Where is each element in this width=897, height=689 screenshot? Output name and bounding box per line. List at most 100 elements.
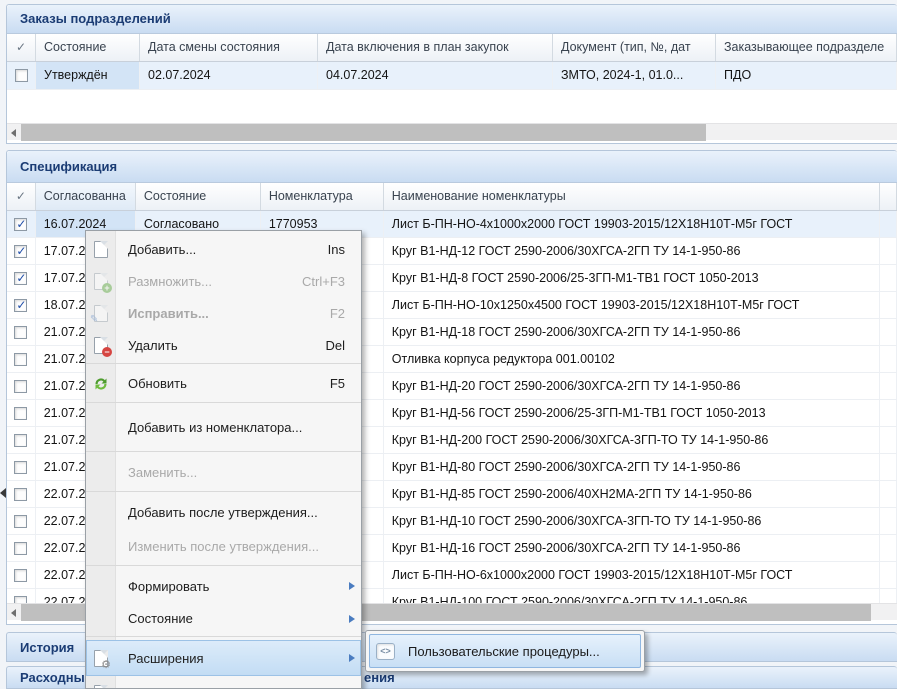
orders-column-state[interactable]: Состояние <box>36 34 140 61</box>
orders-select-all-header[interactable]: ✓ <box>7 34 36 61</box>
spec-row-checkbox[interactable] <box>14 326 27 339</box>
page-gear-icon: ⚙ <box>94 650 108 667</box>
menu-item-label: Добавить после утверждения... <box>128 505 361 520</box>
page-new-icon <box>94 241 108 258</box>
spec-row-checkbox[interactable] <box>14 542 27 555</box>
spec-panel-title: Спецификация <box>20 159 117 174</box>
orders-cell-state-date[interactable]: 02.07.2024 <box>140 62 318 89</box>
menu-item-refresh[interactable]: ОбновитьF5 <box>86 367 361 400</box>
spec-row-checkbox[interactable] <box>14 461 27 474</box>
menu-item-user-procedures[interactable]: <> Пользовательские процедуры... <box>369 634 641 668</box>
orders-grid-header: ✓ Состояние Дата смены состояния Дата вк… <box>7 34 897 62</box>
spec-cell-filler <box>880 535 897 561</box>
app-window: Заказы подразделений ✓ Состояние Дата см… <box>0 0 897 689</box>
context-menu-items: Добавить...Ins+Размножить...Ctrl+F3✎Испр… <box>86 233 361 689</box>
orders-table-row[interactable]: Утверждён 02.07.2024 04.07.2024 ЗМТО, 20… <box>7 62 897 90</box>
menu-item-change-after-approval[interactable]: Изменить после утверждения... <box>86 529 361 563</box>
spec-column-name[interactable]: Наименование номенклатуры <box>384 183 880 210</box>
spec-row-checkbox-cell <box>7 292 36 318</box>
spec-cell-name[interactable]: Лист Б-ПН-НО-10х1250х4500 ГОСТ 19903-201… <box>384 292 880 318</box>
spec-cell-name[interactable]: Круг В1-НД-85 ГОСТ 2590-2006/40ХН2МА-2ГП… <box>384 481 880 507</box>
spec-cell-name[interactable]: Отливка корпуса редуктора 001.00102 <box>384 346 880 372</box>
spec-row-checkbox[interactable] <box>14 245 27 258</box>
spec-row-checkbox[interactable] <box>14 515 27 528</box>
orders-cell-department[interactable]: ПДО <box>716 62 897 89</box>
spec-row-checkbox[interactable] <box>14 569 27 582</box>
spec-select-all-header[interactable]: ✓ <box>7 183 36 210</box>
expense-panel-title-left: Расходны <box>20 670 85 685</box>
spec-hscroll-left-arrow[interactable] <box>7 604 22 621</box>
menu-item-add-after-approval[interactable]: Добавить после утверждения... <box>86 495 361 529</box>
menu-item-state[interactable]: Состояние <box>86 603 361 634</box>
menu-item-delete[interactable]: −УдалитьDel <box>86 329 361 361</box>
spec-cell-filler <box>880 211 897 237</box>
orders-panel-header[interactable]: Заказы подразделений <box>7 5 897 34</box>
spec-column-state[interactable]: Состояние <box>136 183 261 210</box>
spec-cell-name[interactable]: Круг В1-НД-8 ГОСТ 2590-2006/25-3ГП-М1-ТВ… <box>384 265 880 291</box>
orders-cell-state[interactable]: Утверждён <box>36 62 140 89</box>
spec-column-agreed-date[interactable]: Согласованна <box>36 183 136 210</box>
spec-cell-name[interactable]: Круг В1-НД-18 ГОСТ 2590-2006/30ХГСА-2ГП … <box>384 319 880 345</box>
spec-cell-filler <box>880 454 897 480</box>
menu-item-label: Состояние <box>128 611 361 626</box>
menu-item-add-from-nomenclator[interactable]: Добавить из номенклатора... <box>86 406 361 449</box>
spec-cell-name[interactable]: Круг В1-НД-10 ГОСТ 2590-2006/30ХГСА-3ГП-… <box>384 508 880 534</box>
spec-row-checkbox[interactable] <box>14 218 27 231</box>
orders-column-state-date[interactable]: Дата смены состояния <box>140 34 318 61</box>
spec-row-checkbox[interactable] <box>14 380 27 393</box>
orders-hscroll-thumb[interactable] <box>21 124 706 141</box>
menu-item-shortcut: F5 <box>330 376 345 391</box>
submenu-arrow-icon <box>349 615 355 623</box>
orders-row-checkbox-cell <box>7 62 36 89</box>
spec-cell-filler <box>880 319 897 345</box>
spec-cell-name[interactable]: Круг В1-НД-12 ГОСТ 2590-2006/30ХГСА-2ГП … <box>384 238 880 264</box>
menu-item-shortcut: Del <box>325 338 345 353</box>
menu-item-extensions[interactable]: ⚙Расширения <box>86 640 361 676</box>
spec-cell-filler <box>880 508 897 534</box>
orders-column-department[interactable]: Заказывающее подразделе <box>716 34 897 61</box>
orders-cell-plan-date[interactable]: 04.07.2024 <box>318 62 553 89</box>
orders-row-checkbox[interactable] <box>15 69 28 82</box>
spec-cell-name[interactable]: Круг В1-НД-200 ГОСТ 2590-2006/30ХГСА-3ГП… <box>384 427 880 453</box>
spec-row-checkbox[interactable] <box>14 353 27 366</box>
menu-item-duplicate[interactable]: +Размножить...Ctrl+F3 <box>86 265 361 297</box>
orders-hscroll-left-arrow[interactable] <box>7 124 22 141</box>
spec-cell-filler <box>880 346 897 372</box>
menu-item-label: Добавить... <box>128 242 328 257</box>
spec-cell-name[interactable]: Круг В1-НД-20 ГОСТ 2590-2006/30ХГСА-2ГП … <box>384 373 880 399</box>
spec-panel-header[interactable]: Спецификация <box>7 151 897 183</box>
menu-item-icon-slot: ✎ <box>86 305 116 322</box>
menu-item-add[interactable]: Добавить...Ins <box>86 233 361 265</box>
orders-hscrollbar[interactable] <box>7 123 897 140</box>
spec-cell-name[interactable]: Круг В1-НД-56 ГОСТ 2590-2006/25-3ГП-М1-Т… <box>384 400 880 426</box>
orders-column-plan-date[interactable]: Дата включения в план закупок <box>318 34 553 61</box>
spec-column-nomenclature[interactable]: Номенклатура <box>261 183 384 210</box>
menu-item-exchange[interactable]: ⇅Обмен <box>86 676 361 689</box>
submenu-arrow-icon <box>349 582 355 590</box>
spec-grid-header: ✓ Согласованна Состояние Номенклатура На… <box>7 183 897 211</box>
spec-row-checkbox[interactable] <box>14 299 27 312</box>
pencil-badge: ✎ <box>90 315 98 325</box>
splitter-collapse-arrow-icon[interactable] <box>0 487 7 499</box>
spec-row-checkbox[interactable] <box>14 434 27 447</box>
spec-row-checkbox[interactable] <box>14 272 27 285</box>
spec-row-checkbox[interactable] <box>14 407 27 420</box>
spec-cell-name[interactable]: Круг В1-НД-16 ГОСТ 2590-2006/30ХГСА-2ГП … <box>384 535 880 561</box>
spec-cell-name[interactable]: Лист Б-ПН-НО-4х1000х2000 ГОСТ 19903-2015… <box>384 211 880 237</box>
spec-row-checkbox-cell <box>7 562 36 588</box>
spec-row-checkbox[interactable] <box>14 596 27 604</box>
menu-item-shortcut: Ctrl+F3 <box>302 274 345 289</box>
spec-cell-name[interactable]: Круг В1-НД-80 ГОСТ 2590-2006/30ХГСА-2ГП … <box>384 454 880 480</box>
menu-item-form[interactable]: Формировать <box>86 569 361 603</box>
spec-row-checkbox-cell <box>7 508 36 534</box>
orders-column-document[interactable]: Документ (тип, №, дат <box>553 34 716 61</box>
orders-cell-document[interactable]: ЗМТО, 2024-1, 01.0... <box>553 62 716 89</box>
spec-cell-name[interactable]: Лист Б-ПН-НО-6х1000х2000 ГОСТ 19903-2015… <box>384 562 880 588</box>
spec-cell-filler <box>880 373 897 399</box>
spec-cell-name[interactable]: Круг В1-НД-100 ГОСТ 2590-2006/30ХГСА-2ГП… <box>384 589 880 603</box>
menu-item-edit[interactable]: ✎Исправить...F2 <box>86 297 361 329</box>
menu-item-replace[interactable]: Заменить... <box>86 455 361 489</box>
spec-row-checkbox-cell <box>7 481 36 507</box>
spec-cell-filler <box>880 589 897 603</box>
spec-row-checkbox[interactable] <box>14 488 27 501</box>
